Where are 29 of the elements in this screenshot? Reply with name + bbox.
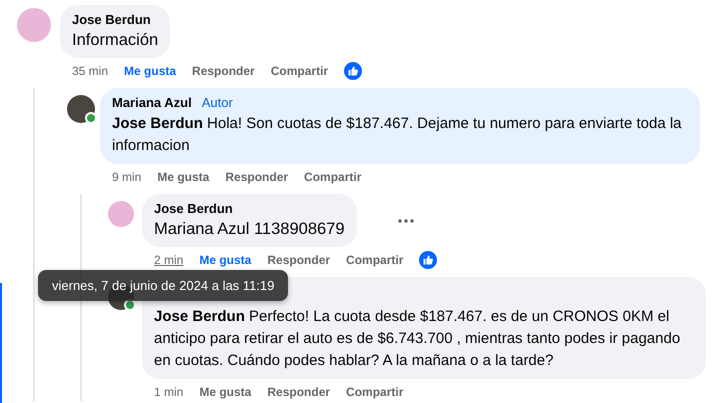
timestamp-link[interactable]: 1 min	[154, 385, 184, 399]
comment-text: Mariana Azul 1138908679	[154, 219, 345, 240]
timestamp-link[interactable]: 35 min	[72, 64, 108, 78]
comment-text: Información	[72, 30, 158, 51]
thumbs-up-icon[interactable]	[344, 62, 362, 80]
date-tooltip: viernes, 7 de junio de 2024 a las 11:19	[38, 270, 288, 301]
like-link[interactable]: Me gusta	[124, 64, 176, 78]
reply-link[interactable]: Responder	[267, 253, 330, 267]
share-link[interactable]: Compartir	[346, 385, 404, 399]
avatar[interactable]	[67, 95, 95, 123]
share-link[interactable]: Compartir	[304, 170, 362, 184]
reply-link[interactable]: Responder	[267, 385, 330, 399]
like-link[interactable]: Me gusta	[157, 170, 210, 184]
comment-text: Jose Berdun Hola! Son cuotas de $187.467. Dejame tu numero para enviarte toda la informacion	[112, 114, 683, 156]
share-link[interactable]: Compartir	[270, 64, 328, 78]
timestamp-link[interactable]: 9 min	[112, 170, 142, 184]
author-role-label: Autor	[202, 95, 233, 110]
share-link[interactable]: Compartir	[346, 253, 404, 267]
author-name[interactable]: Mariana Azul	[112, 95, 192, 110]
reply-link[interactable]: Responder	[225, 170, 288, 184]
timestamp-link[interactable]: 2 min	[154, 253, 184, 267]
thumbs-up-icon[interactable]	[419, 251, 438, 269]
like-link[interactable]: Me gusta	[199, 385, 252, 399]
reply-link[interactable]: Responder	[192, 64, 255, 78]
more-options-icon[interactable]	[396, 218, 415, 224]
like-link[interactable]: Me gusta	[199, 253, 252, 267]
author-name[interactable]: Jose Berdun	[154, 201, 233, 216]
author-name[interactable]: Jose Berdun	[72, 12, 151, 27]
comment-text: Jose Berdun Perfecto! La cuota desde $187.467. es de un CRONOS 0KM el anticipo para retirar el auto es de $6.743.700 , mientras tanto podes ir pagando en cuotas. Cuándo podes hablar? A la mañana o a la tarde?	[154, 307, 682, 371]
